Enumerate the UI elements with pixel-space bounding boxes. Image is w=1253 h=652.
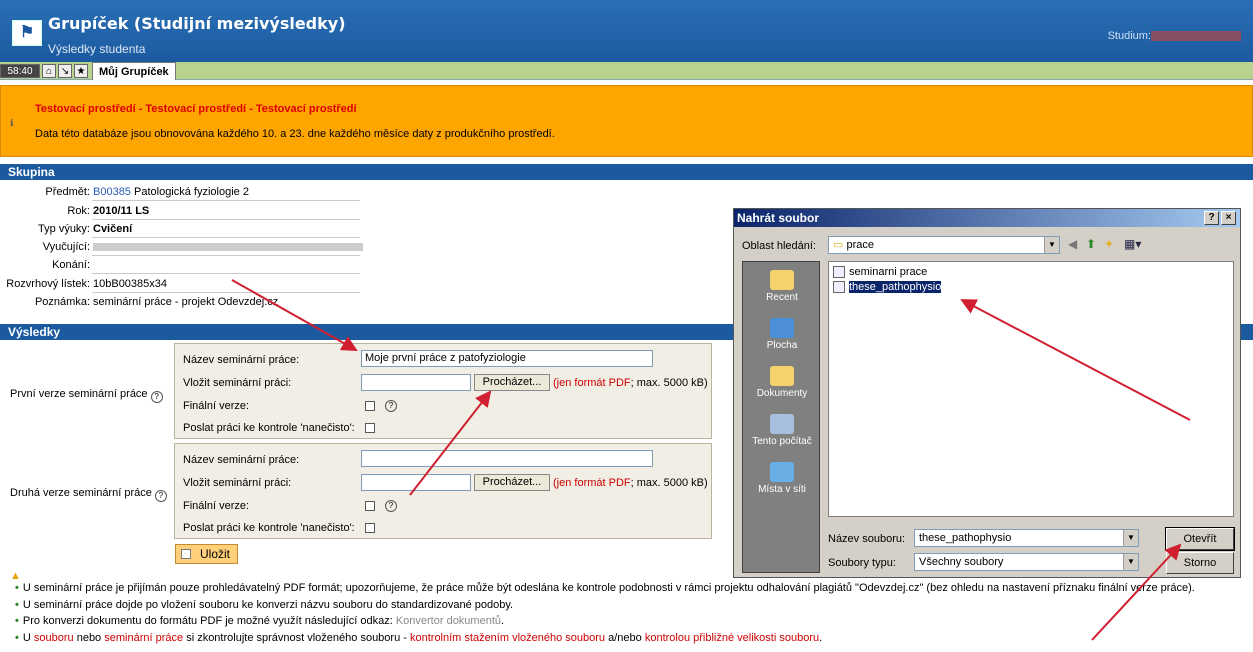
arrow-to-browse <box>409 390 492 496</box>
arrow-to-open <box>1091 543 1182 641</box>
arrow-to-file <box>960 299 1191 421</box>
annotation-arrows <box>231 279 1191 641</box>
arrow-to-name-field <box>231 279 358 351</box>
